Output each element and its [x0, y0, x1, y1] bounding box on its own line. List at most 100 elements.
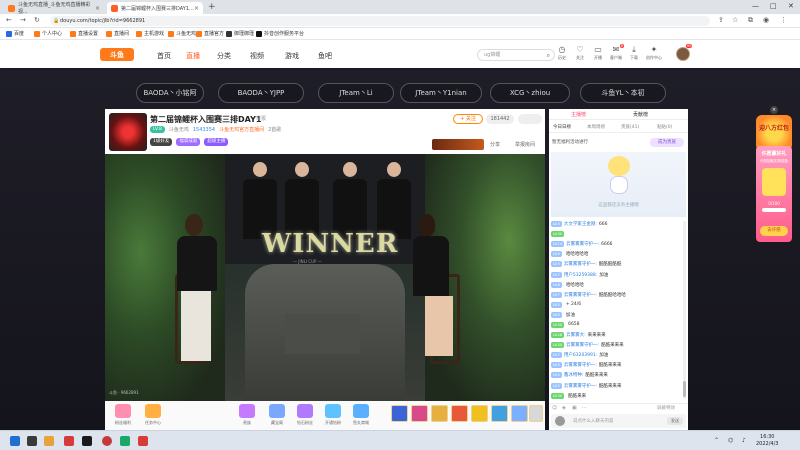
chat-username[interactable]: 用户63203991:	[564, 352, 597, 358]
super-streamer-button[interactable]: 超级主播	[204, 138, 229, 146]
avatar[interactable]	[676, 47, 690, 61]
header-download[interactable]: ⤓ 下载	[625, 45, 643, 61]
streamer-avatar[interactable]	[109, 113, 147, 151]
chat-username[interactable]: 大文学家王金刚:	[564, 221, 597, 227]
chat-input[interactable]: 说点什么入聊天内容 发送	[551, 414, 686, 428]
chat-username[interactable]: 云雾雾大:	[566, 332, 586, 338]
gift-icon[interactable]: ▣	[572, 405, 577, 411]
more-tools-icon[interactable]: ⋯	[582, 405, 587, 411]
subtab-weekly[interactable]: 本周周榜	[587, 124, 605, 130]
team-tag[interactable]: XCG丶zhiou	[490, 83, 570, 103]
close-icon[interactable]: ×	[95, 5, 100, 12]
team-tag[interactable]: BAODA丶小铭阿	[136, 83, 204, 103]
task-center-icon[interactable]	[145, 404, 161, 418]
become-noble-button[interactable]: 成为贵族	[650, 138, 684, 147]
header-live[interactable]: ▭ 开播	[589, 45, 607, 61]
maximize-icon[interactable]: □	[770, 2, 777, 10]
chat-username[interactable]: 鑫冰特种:	[564, 372, 584, 378]
chat-username[interactable]: 云雾雾雾守护一:	[564, 261, 597, 267]
reload-icon[interactable]: ↻	[34, 16, 40, 24]
tray-up-icon[interactable]: ⌃	[714, 437, 719, 444]
gift-item[interactable]	[411, 405, 428, 422]
close-icon[interactable]: ×	[194, 5, 199, 12]
wish-widget[interactable]: 许愿赢好礼 许愿抽取实物奖励 0/100 去许愿	[756, 146, 792, 242]
wish-button[interactable]: 去许愿	[760, 226, 788, 236]
gift-item[interactable]	[471, 405, 488, 422]
chat-username[interactable]: 云雾雾雾守护一:	[564, 292, 597, 298]
header-client[interactable]: ✉ 客户端 6	[607, 44, 625, 61]
nav-home[interactable]: 首页	[157, 51, 171, 61]
search-taskbar-icon[interactable]	[27, 436, 37, 446]
fan-badge-icon[interactable]: ◈	[562, 405, 566, 411]
chat-username[interactable]: 云雾雾雾守护一:	[564, 362, 597, 368]
bookmark-star-icon[interactable]: ☆	[732, 16, 738, 24]
official-room-link[interactable]: 斗鱼无鸡官方直播间	[219, 126, 264, 133]
subtab-sticker[interactable]: 贴贴(0)	[657, 124, 672, 130]
app-icon[interactable]	[120, 436, 130, 446]
bookmark-item[interactable]: 主机游戏	[136, 30, 164, 37]
emoji-icon[interactable]: ☺	[552, 405, 557, 411]
scroll-thumb[interactable]	[683, 381, 686, 397]
browser-taskbar-icon[interactable]	[102, 436, 112, 446]
start-icon[interactable]	[10, 436, 20, 446]
bookmark-item[interactable]: 直播间	[106, 30, 129, 37]
chat-username[interactable]: 云雾雾雾守护一:	[566, 342, 599, 348]
streamer-name[interactable]: 斗鱼无鸡	[169, 126, 189, 133]
nav-yuba[interactable]: 鱼吧	[318, 51, 332, 61]
bookmark-item[interactable]: 个人中心	[34, 30, 62, 37]
profile-icon[interactable]: ◉	[763, 16, 769, 24]
shop-icon[interactable]	[353, 404, 369, 418]
chat-scrollbar[interactable]	[683, 221, 686, 399]
close-icon[interactable]: ×	[770, 106, 778, 114]
minimize-icon[interactable]: —	[752, 2, 759, 10]
bookmark-item[interactable]: 御瑾御瑾	[226, 30, 254, 37]
volume-icon[interactable]: ♪	[742, 437, 746, 444]
bookmark-item[interactable]: 直播官方	[196, 30, 224, 37]
file-explorer-icon[interactable]	[44, 436, 54, 446]
subtab-daily[interactable]: 今日日榜	[553, 124, 571, 130]
nav-category[interactable]: 分类	[217, 51, 231, 61]
tab-streamer-rank[interactable]: 主播榜	[571, 111, 586, 118]
nav-game[interactable]: 游戏	[285, 51, 299, 61]
gift-item[interactable]	[491, 405, 508, 422]
chat-username[interactable]: 用户53259388:	[564, 272, 597, 278]
team-tag[interactable]: JTeam丶Y1nian	[400, 83, 482, 103]
fan-benefit-icon[interactable]	[115, 404, 131, 418]
app-icon[interactable]	[64, 436, 74, 446]
header-follow[interactable]: ♡ 关注	[571, 45, 589, 61]
nav-live[interactable]: 直播	[186, 51, 200, 61]
new-tab-icon[interactable]: +	[208, 2, 216, 12]
diamond-fan-icon[interactable]	[297, 404, 313, 418]
more-button[interactable]	[518, 114, 542, 124]
network-icon[interactable]: ⌬	[728, 437, 733, 444]
bookmark-item[interactable]: 直播设置	[70, 30, 98, 37]
url-input[interactable]: 🔒 douyu.com/topic/jlb?rid=9662891	[50, 16, 710, 26]
app-icon[interactable]	[138, 436, 148, 446]
bookmark-item[interactable]: 抖音创作服务平台	[256, 30, 304, 37]
open-diamond-icon[interactable]	[325, 404, 341, 418]
extensions-icon[interactable]: ⧉	[748, 16, 753, 25]
noble-icon[interactable]	[239, 404, 255, 418]
bookmark-item[interactable]: 斗鱼无鸡	[168, 30, 196, 37]
share-icon[interactable]: ⇪	[718, 16, 724, 24]
send-button[interactable]: 发送	[667, 417, 683, 425]
video-player[interactable]: WINNER — JINLI CUP — 斗鱼 · 9662891	[105, 154, 545, 401]
lucky-bag-button[interactable]: 福袋成就	[176, 138, 201, 146]
clock[interactable]: 16:30 2022/4/3	[756, 434, 778, 448]
bookmark-item[interactable]: 百度	[6, 30, 24, 37]
close-window-icon[interactable]: ✕	[788, 2, 794, 10]
team-tag[interactable]: 斗鱼YL丶本初	[580, 83, 666, 103]
browser-tab-1[interactable]: 斗鱼无鸡直播_斗鱼无鸡直播精彩视... ×	[4, 2, 104, 15]
gift-item[interactable]	[451, 405, 468, 422]
tab-contrib-rank[interactable]: 贡献榜	[633, 111, 648, 118]
chat-username[interactable]: 云雾雾雾守护一:	[564, 383, 597, 389]
back-icon[interactable]: ←	[6, 16, 12, 24]
forward-icon[interactable]: →	[20, 16, 26, 24]
share-button[interactable]: 分享	[490, 141, 500, 148]
gift-item[interactable]	[529, 405, 543, 422]
follow-button[interactable]: + 关注	[453, 114, 483, 124]
gift-item[interactable]	[391, 405, 408, 422]
app-icon[interactable]	[82, 436, 92, 446]
event-banner[interactable]	[432, 139, 484, 150]
team-tag[interactable]: JTeam丶Li	[318, 83, 394, 103]
